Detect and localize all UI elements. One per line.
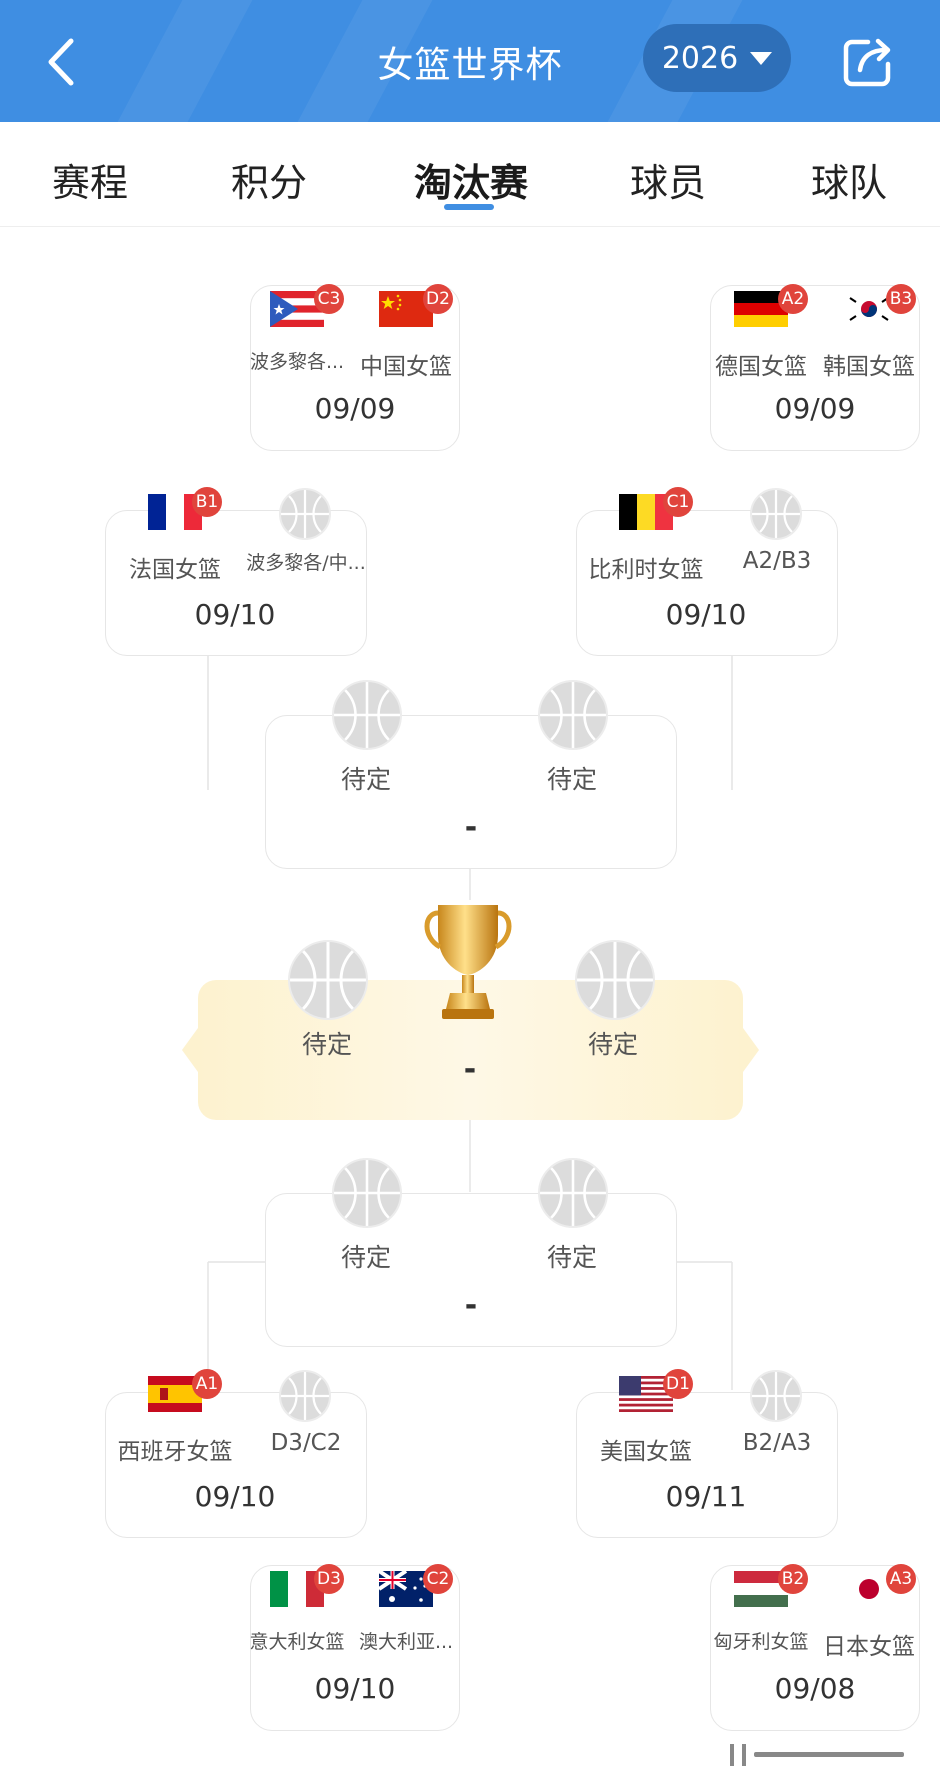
seed-badge: D3 — [314, 1564, 344, 1594]
match-date: 09/10 — [314, 1672, 396, 1705]
basketball-placeholder-icon — [538, 1158, 608, 1228]
team-name: 日本女篮 — [823, 1634, 915, 1660]
home-indicator-icon — [730, 1744, 904, 1766]
match-semifinal-1[interactable]: 待定 待定 - — [265, 680, 677, 870]
team-name: 美国女篮 — [600, 1439, 692, 1465]
match-bottom-left[interactable]: D3 意大利女篮 C2 澳大利亚... 09/10 — [249, 1564, 460, 1731]
team-name: B2/A3 — [742, 1430, 812, 1456]
match-qf3[interactable]: A1 西班牙女篮 D3/C2 09/10 — [105, 1369, 367, 1540]
seed-badge: C3 — [314, 284, 344, 314]
basketball-placeholder-icon — [750, 1370, 802, 1422]
seed-badge: C2 — [423, 1564, 453, 1594]
team-name: 西班牙女篮 — [117, 1439, 233, 1465]
match-date: 09/10 — [665, 598, 747, 631]
team-name: 意大利女篮 — [249, 1631, 345, 1653]
seed-badge: C1 — [663, 487, 693, 517]
match-date: 09/10 — [194, 1480, 276, 1513]
team-name: A2/B3 — [742, 548, 812, 574]
basketball-placeholder-icon — [332, 680, 402, 750]
match-qf2[interactable]: C1 比利时女篮 A2/B3 09/10 — [576, 487, 838, 658]
match-date: 09/09 — [314, 392, 396, 425]
final-score-placeholder: - — [463, 1052, 477, 1087]
match-top-right[interactable]: A2 德国女篮 B3 韩国女篮 09/09 — [710, 284, 920, 451]
match-top-left[interactable]: C3 波多黎各... D2 中国女篮 09/09 — [250, 284, 460, 451]
team-name: 中国女篮 — [360, 354, 452, 380]
team-name: 比利时女篮 — [588, 557, 704, 583]
match-date: 09/10 — [194, 598, 276, 631]
seed-badge: A2 — [778, 284, 808, 314]
match-date: 09/08 — [774, 1672, 856, 1705]
match-bottom-right[interactable]: B2 匈牙利女篮 A3 日本女篮 09/08 — [710, 1564, 920, 1731]
basketball-placeholder-icon — [288, 940, 368, 1020]
team-name: D3/C2 — [270, 1430, 342, 1456]
pending-label: 待定 — [301, 1030, 352, 1059]
match-date: 09/11 — [665, 1480, 747, 1513]
seed-badge: A1 — [192, 1369, 222, 1399]
pending-label: 待定 — [340, 1243, 391, 1272]
score-placeholder: - — [464, 810, 478, 845]
basketball-placeholder-icon — [575, 940, 655, 1020]
basketball-placeholder-icon — [332, 1158, 402, 1228]
basketball-placeholder-icon — [279, 1370, 331, 1422]
team-name: 韩国女篮 — [823, 354, 915, 380]
pending-label: 待定 — [546, 1243, 597, 1272]
match-date: 09/09 — [774, 392, 856, 425]
seed-badge: B2 — [778, 1564, 808, 1594]
trophy-icon — [418, 895, 518, 1025]
pending-label: 待定 — [340, 765, 391, 794]
team-name: 波多黎各... — [249, 351, 345, 373]
pending-label: 待定 — [587, 1030, 638, 1059]
basketball-placeholder-icon — [279, 488, 331, 540]
basketball-placeholder-icon — [750, 488, 802, 540]
match-qf4[interactable]: D1 美国女篮 B2/A3 09/11 — [576, 1369, 838, 1540]
team-name: 波多黎各/中... — [246, 552, 366, 574]
pending-label: 待定 — [546, 765, 597, 794]
seed-badge: B1 — [192, 487, 222, 517]
seed-badge: D2 — [423, 284, 453, 314]
seed-badge: B3 — [886, 284, 916, 314]
match-semifinal-2[interactable]: 待定 待定 - — [265, 1158, 677, 1348]
seed-badge: D1 — [663, 1369, 693, 1399]
seed-badge: A3 — [886, 1564, 916, 1594]
match-qf1[interactable]: B1 法国女篮 波多黎各/中... 09/10 — [105, 487, 367, 658]
team-name: 法国女篮 — [129, 557, 221, 583]
basketball-placeholder-icon — [538, 680, 608, 750]
team-name: 澳大利亚... — [358, 1631, 454, 1653]
score-placeholder: - — [464, 1288, 478, 1323]
